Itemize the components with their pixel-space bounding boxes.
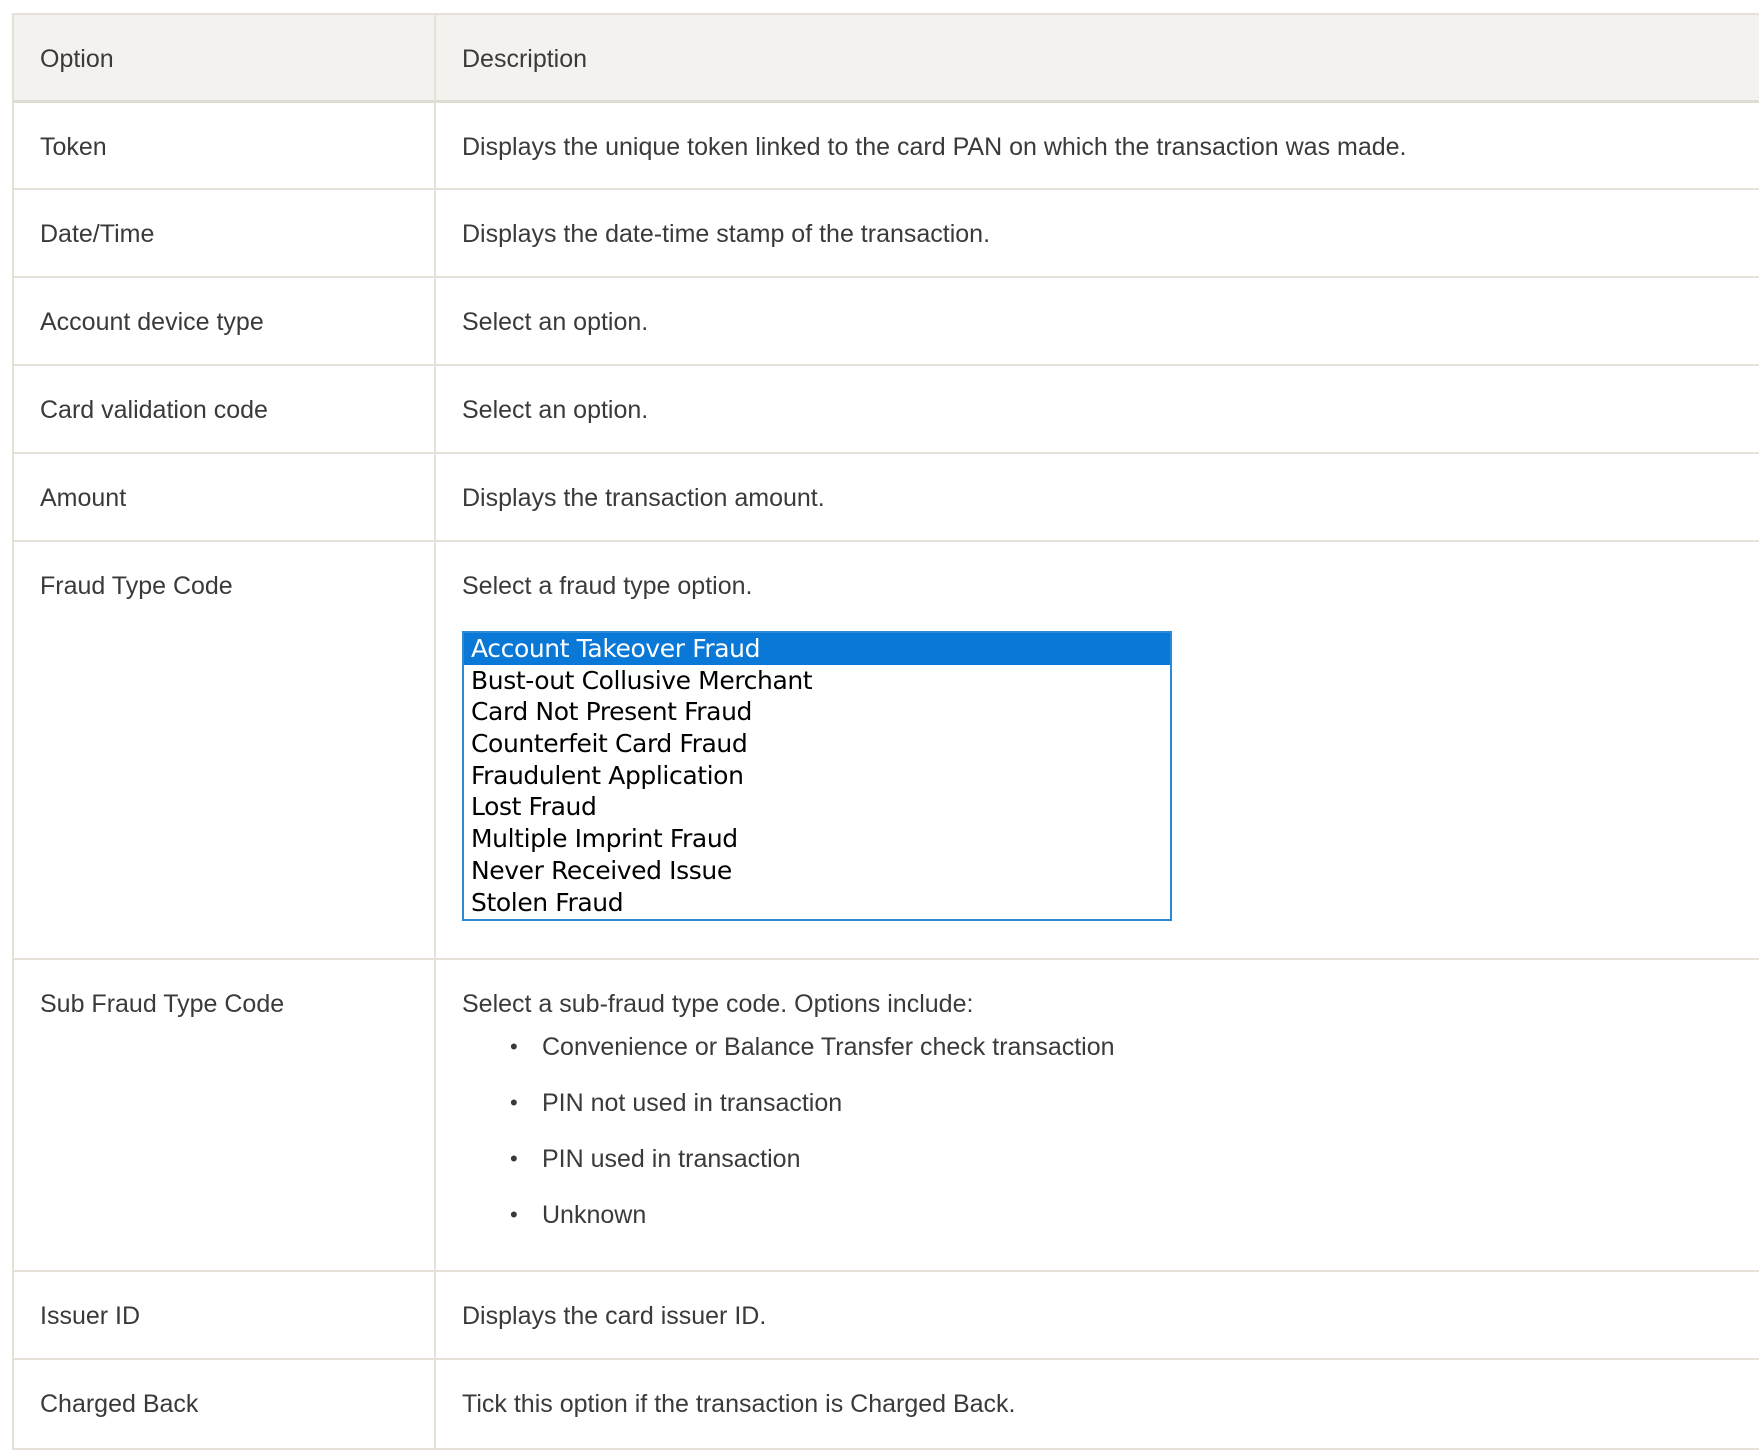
description-cell: Displays the card issuer ID. (434, 1270, 1759, 1360)
header-description: Description (434, 13, 1759, 103)
description-cell: Tick this option if the transaction is C… (434, 1358, 1759, 1450)
table-row: Date/Time Displays the date-time stamp o… (12, 188, 1759, 278)
fraud-type-option[interactable]: Multiple Imprint Fraud (464, 823, 1170, 855)
list-item: • Unknown (462, 1200, 1759, 1230)
fraud-type-listbox[interactable]: Account Takeover Fraud Bust-out Collusiv… (462, 631, 1172, 921)
description-cell: Displays the unique token linked to the … (434, 100, 1759, 190)
list-item-text: Convenience or Balance Transfer check tr… (542, 1033, 1115, 1061)
description-cell: Displays the transaction amount. (434, 452, 1759, 542)
list-item: • Convenience or Balance Transfer check … (462, 1032, 1759, 1062)
fraud-type-description: Select a fraud type option. (462, 572, 753, 600)
sub-fraud-description: Select a sub-fraud type code. Options in… (462, 990, 974, 1018)
description-cell: Select a sub-fraud type code. Options in… (434, 958, 1759, 1272)
list-item-text: PIN used in transaction (542, 1145, 801, 1173)
table-row: Issuer ID Displays the card issuer ID. (12, 1270, 1759, 1360)
table-row: Charged Back Tick this option if the tra… (12, 1358, 1759, 1450)
option-cell: Date/Time (12, 188, 435, 278)
description-cell: Displays the date-time stamp of the tran… (434, 188, 1759, 278)
table-header-row: Option Description (12, 13, 1759, 103)
fraud-type-option[interactable]: Never Received Issue (464, 855, 1170, 887)
sub-fraud-options-list: • Convenience or Balance Transfer check … (462, 1032, 1759, 1230)
list-item: • PIN not used in transaction (462, 1088, 1759, 1118)
option-cell: Sub Fraud Type Code (12, 958, 435, 1272)
fraud-type-option-selected[interactable]: Account Takeover Fraud (464, 633, 1170, 665)
table-row-sub-fraud-type: Sub Fraud Type Code Select a sub-fraud t… (12, 958, 1759, 1272)
list-item: • PIN used in transaction (462, 1144, 1759, 1174)
option-cell: Token (12, 100, 435, 190)
option-cell: Charged Back (12, 1358, 435, 1450)
bullet-icon: • (510, 1090, 518, 1115)
description-cell: Select a fraud type option. Account Take… (434, 540, 1759, 960)
option-cell: Card validation code (12, 364, 435, 454)
fraud-type-option[interactable]: Counterfeit Card Fraud (464, 728, 1170, 760)
fraud-type-option[interactable]: Fraudulent Application (464, 760, 1170, 792)
table-row: Token Displays the unique token linked t… (12, 100, 1759, 190)
table-row: Account device type Select an option. (12, 276, 1759, 366)
fraud-type-option[interactable]: Lost Fraud (464, 791, 1170, 823)
list-item-text: PIN not used in transaction (542, 1089, 843, 1117)
table-row: Card validation code Select an option. (12, 364, 1759, 454)
option-cell: Fraud Type Code (12, 540, 435, 960)
list-item-text: Unknown (542, 1201, 647, 1229)
bullet-icon: • (510, 1146, 518, 1171)
table-row-fraud-type: Fraud Type Code Select a fraud type opti… (12, 540, 1759, 960)
bullet-icon: • (510, 1034, 518, 1059)
option-cell: Account device type (12, 276, 435, 366)
description-cell: Select an option. (434, 364, 1759, 454)
options-table: Option Description Token Displays the un… (12, 13, 1759, 1450)
fraud-type-option[interactable]: Bust-out Collusive Merchant (464, 665, 1170, 697)
description-cell: Select an option. (434, 276, 1759, 366)
fraud-type-option[interactable]: Stolen Fraud (464, 887, 1170, 919)
option-cell: Amount (12, 452, 435, 542)
bullet-icon: • (510, 1202, 518, 1227)
table-row: Amount Displays the transaction amount. (12, 452, 1759, 542)
header-option: Option (12, 13, 436, 103)
fraud-type-option[interactable]: Card Not Present Fraud (464, 696, 1170, 728)
option-cell: Issuer ID (12, 1270, 435, 1360)
